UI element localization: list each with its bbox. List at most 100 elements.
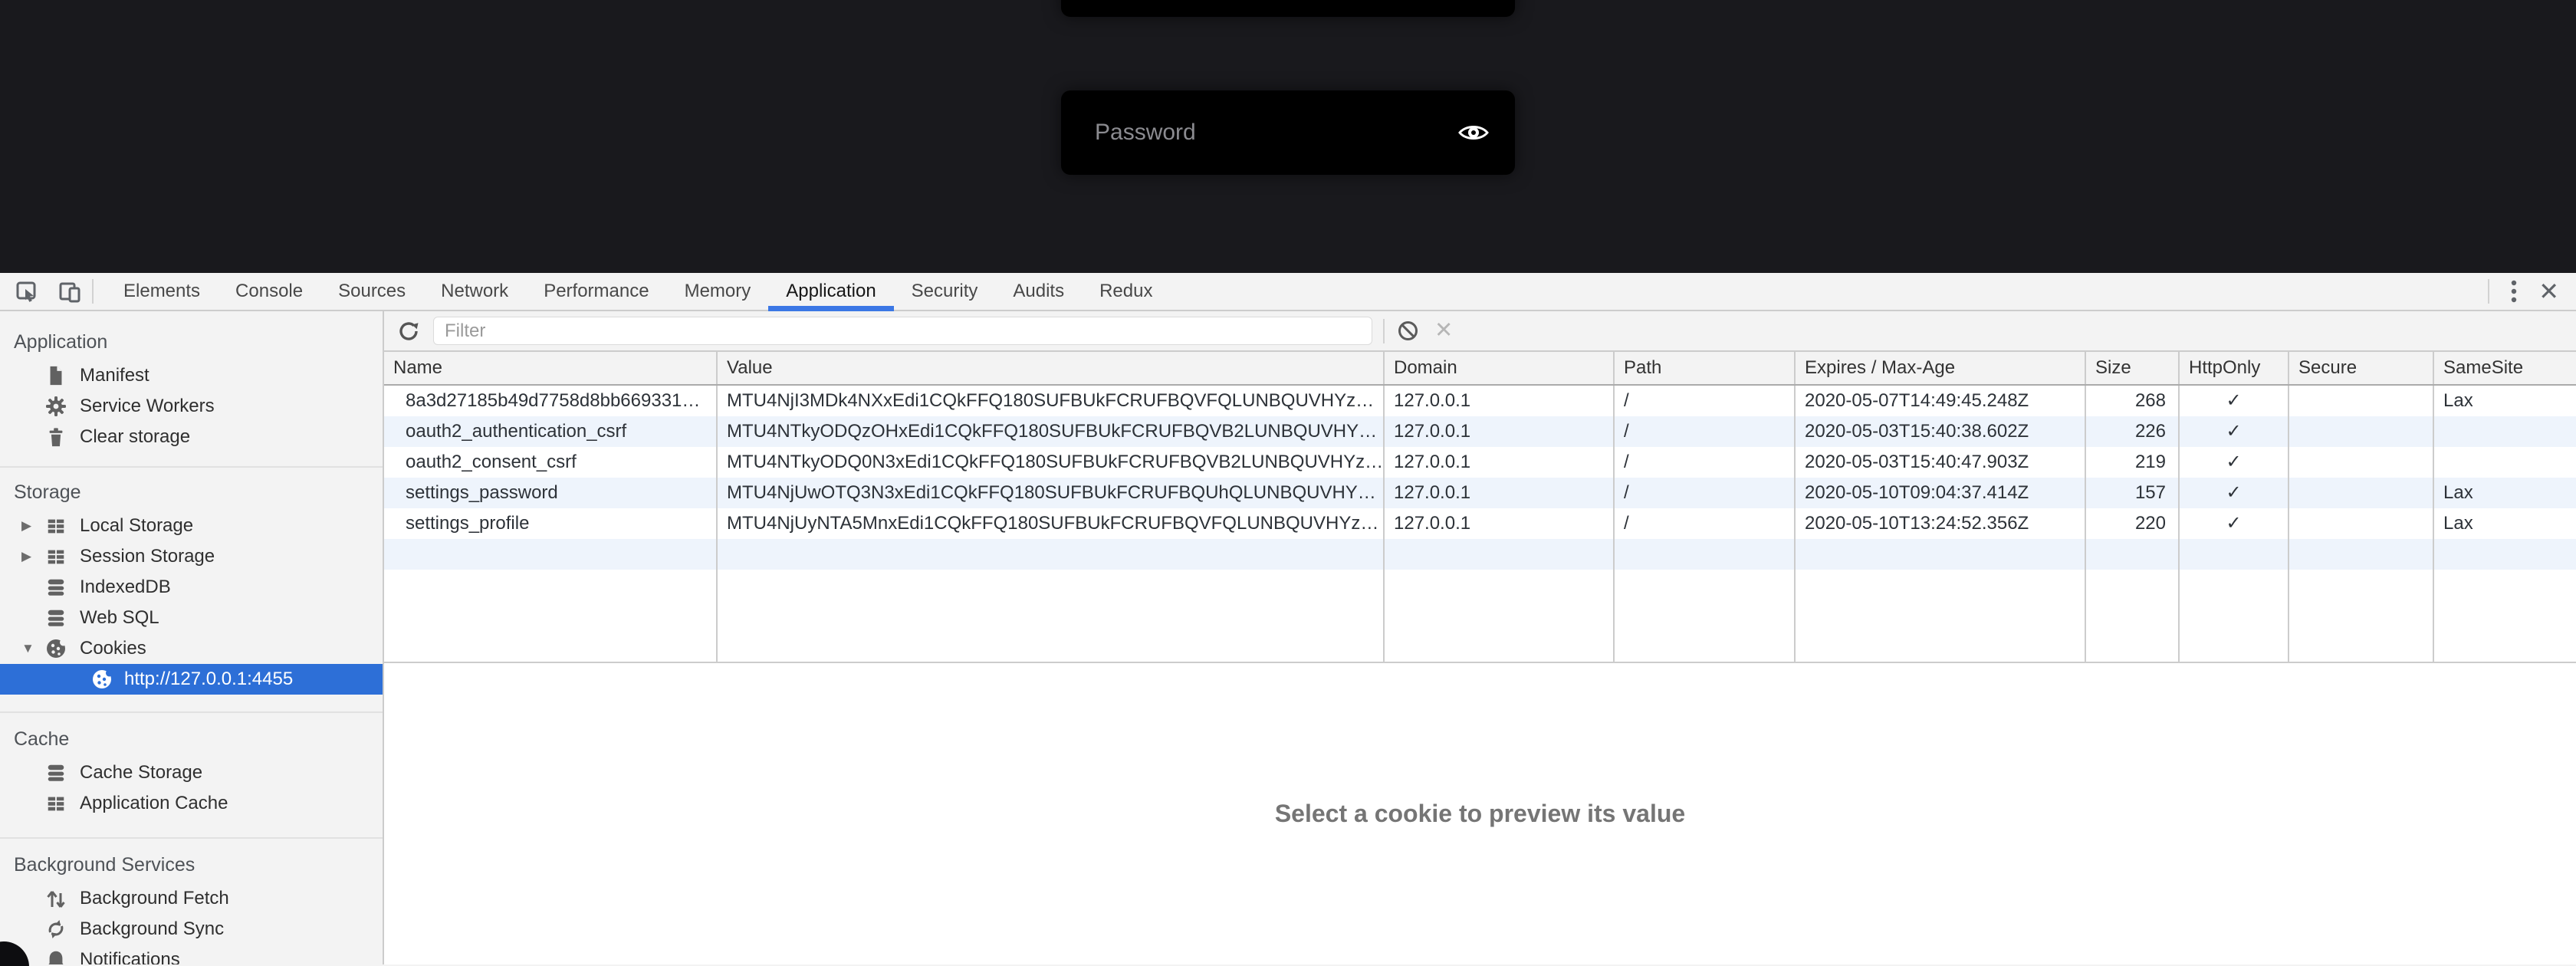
cell-value[interactable]: MTU4NjUyNTA5MnxEdi1CQkFFQ180SUFBUkFCRUFB… (718, 508, 1385, 539)
sidebar-item-web-sql[interactable]: Web SQL (0, 603, 383, 633)
cell-expires[interactable]: 2020-05-10T13:24:52.356Z (1796, 508, 2086, 539)
column-header-samesite[interactable]: SameSite (2434, 352, 2576, 384)
sidebar-item-cookie-origin-selected[interactable]: http://127.0.0.1:4455 (0, 664, 383, 695)
sidebar-item-label: Session Storage (80, 546, 215, 567)
cell-secure[interactable] (2289, 416, 2434, 447)
cell-name[interactable]: settings_profile (384, 508, 718, 539)
tab-elements[interactable]: Elements (106, 273, 218, 310)
sidebar-item-label: Manifest (80, 365, 150, 386)
tab-console[interactable]: Console (218, 273, 320, 310)
cell-expires[interactable]: 2020-05-03T15:40:47.903Z (1796, 447, 2086, 478)
cell-value[interactable]: MTU4NTkyODQzOHxEdi1CQkFFQ180SUFBUkFCRUFB… (718, 416, 1385, 447)
tab-memory[interactable]: Memory (667, 273, 769, 310)
cell-httponly[interactable]: ✓ (2180, 416, 2289, 447)
cell-secure[interactable] (2289, 508, 2434, 539)
cell-name[interactable]: oauth2_consent_csrf (384, 447, 718, 478)
sidebar-item-session-storage[interactable]: ▶ Session Storage (0, 541, 383, 572)
cell-value[interactable]: MTU4NjUwOTQ3N3xEdi1CQkFFQ180SUFBUkFCRUFB… (718, 478, 1385, 508)
eye-icon[interactable] (1457, 120, 1490, 145)
cell-domain[interactable]: 127.0.0.1 (1385, 508, 1615, 539)
column-header-httponly[interactable]: HttpOnly (2180, 352, 2289, 384)
column-header-path[interactable]: Path (1615, 352, 1796, 384)
sidebar-item-service-workers[interactable]: Service Workers (0, 391, 383, 422)
cell-expires[interactable]: 2020-05-07T14:49:45.248Z (1796, 386, 2086, 416)
sync-icon (44, 918, 67, 941)
cell-samesite[interactable]: Lax (2434, 386, 2576, 416)
tab-network[interactable]: Network (423, 273, 526, 310)
clear-filter-icon[interactable]: ✕ (1434, 320, 1453, 342)
tab-redux[interactable]: Redux (1082, 273, 1170, 310)
tab-application[interactable]: Application (768, 273, 893, 310)
cell-samesite[interactable] (2434, 447, 2576, 478)
cell-domain[interactable]: 127.0.0.1 (1385, 478, 1615, 508)
password-input[interactable] (1061, 120, 1421, 146)
cell-path[interactable]: / (1615, 386, 1796, 416)
sidebar-item-label: Background Sync (80, 918, 224, 940)
cell-size[interactable]: 268 (2086, 386, 2180, 416)
cell-name[interactable]: settings_password (384, 478, 718, 508)
cell-size[interactable]: 219 (2086, 447, 2180, 478)
sidebar-item-notifications[interactable]: Notifications (0, 945, 383, 964)
column-header-size[interactable]: Size (2086, 352, 2180, 384)
tab-performance[interactable]: Performance (526, 273, 666, 310)
column-header-domain[interactable]: Domain (1385, 352, 1615, 384)
column-header-name[interactable]: Name (384, 352, 718, 384)
cell-secure[interactable] (2289, 386, 2434, 416)
cell-domain[interactable]: 127.0.0.1 (1385, 386, 1615, 416)
cell-path[interactable]: / (1615, 416, 1796, 447)
inspect-element-icon[interactable] (15, 280, 38, 303)
cell-path[interactable]: / (1615, 508, 1796, 539)
sidebar-section-cache: Cache (0, 721, 383, 757)
cell-samesite[interactable]: Lax (2434, 478, 2576, 508)
cell-samesite[interactable]: Lax (2434, 508, 2576, 539)
column-header-secure[interactable]: Secure (2289, 352, 2434, 384)
column-header-value[interactable]: Value (718, 352, 1385, 384)
sidebar-item-local-storage[interactable]: ▶ Local Storage (0, 511, 383, 541)
cell-size[interactable]: 220 (2086, 508, 2180, 539)
chevron-right-icon[interactable]: ▶ (21, 518, 44, 534)
form-field-partial[interactable] (1061, 0, 1515, 17)
sidebar-item-application-cache[interactable]: Application Cache (0, 788, 383, 819)
device-toolbar-icon[interactable] (58, 280, 81, 303)
cell-size[interactable]: 157 (2086, 478, 2180, 508)
cell-expires[interactable]: 2020-05-03T15:40:38.602Z (1796, 416, 2086, 447)
column-header-expires[interactable]: Expires / Max-Age (1796, 352, 2086, 384)
devtools-panel: Elements Console Sources Network Perform… (0, 273, 2576, 966)
cell-value[interactable]: MTU4NjI3MDk4NXxEdi1CQkFFQ180SUFBUkFCRUFB… (718, 386, 1385, 416)
tab-audits[interactable]: Audits (995, 273, 1082, 310)
cookie-icon (90, 668, 113, 691)
sidebar-item-cache-storage[interactable]: Cache Storage (0, 757, 383, 788)
sidebar-item-manifest[interactable]: Manifest (0, 360, 383, 391)
cell-value[interactable]: MTU4NTkyODQ0N3xEdi1CQkFFQ180SUFBUkFCRUFB… (718, 447, 1385, 478)
cell-samesite[interactable] (2434, 416, 2576, 447)
block-cookies-icon[interactable] (1397, 320, 1419, 342)
sidebar-item-indexeddb[interactable]: IndexedDB (0, 572, 383, 603)
chevron-down-icon[interactable]: ▼ (21, 641, 44, 656)
cell-path[interactable]: / (1615, 447, 1796, 478)
cell-path[interactable]: / (1615, 478, 1796, 508)
cell-name[interactable]: oauth2_authentication_csrf (384, 416, 718, 447)
sidebar-item-cookies[interactable]: ▼ Cookies (0, 633, 383, 664)
refresh-icon[interactable] (396, 319, 421, 343)
cell-secure[interactable] (2289, 478, 2434, 508)
chevron-right-icon[interactable]: ▶ (21, 549, 44, 564)
filter-input[interactable] (433, 317, 1372, 345)
cell-name[interactable]: 8a3d27185b49d7758d8bb669331… (384, 386, 718, 416)
tab-sources[interactable]: Sources (320, 273, 423, 310)
tab-security[interactable]: Security (894, 273, 996, 310)
cell-size[interactable]: 226 (2086, 416, 2180, 447)
database-icon (44, 761, 67, 784)
cell-domain[interactable]: 127.0.0.1 (1385, 416, 1615, 447)
cell-expires[interactable]: 2020-05-10T09:04:37.414Z (1796, 478, 2086, 508)
sidebar-item-clear-storage[interactable]: Clear storage (0, 422, 383, 452)
cell-secure[interactable] (2289, 447, 2434, 478)
cell-httponly[interactable]: ✓ (2180, 508, 2289, 539)
kebab-menu-icon[interactable] (2511, 280, 2517, 303)
cell-httponly[interactable]: ✓ (2180, 478, 2289, 508)
sidebar-item-background-fetch[interactable]: Background Fetch (0, 883, 383, 914)
cell-httponly[interactable]: ✓ (2180, 447, 2289, 478)
cell-domain[interactable]: 127.0.0.1 (1385, 447, 1615, 478)
cell-httponly[interactable]: ✓ (2180, 386, 2289, 416)
sidebar-item-background-sync[interactable]: Background Sync (0, 914, 383, 945)
close-devtools-icon[interactable]: ✕ (2538, 279, 2559, 304)
